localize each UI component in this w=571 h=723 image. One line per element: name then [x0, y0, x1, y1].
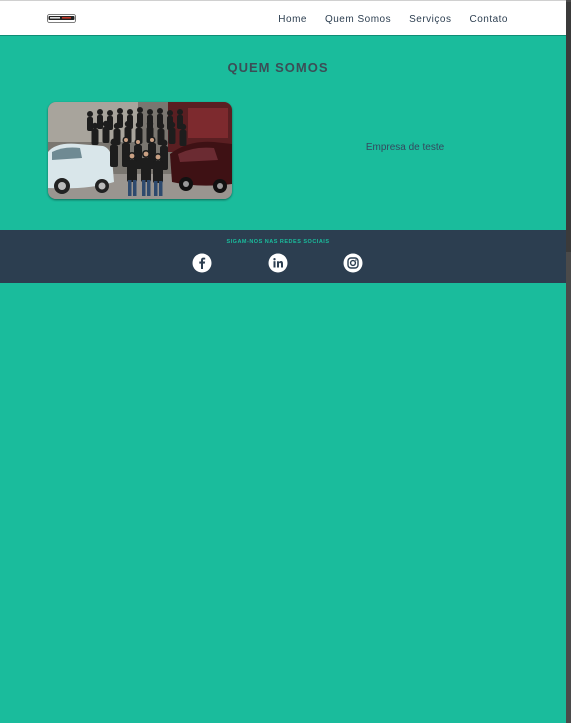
site-footer: SIGAM-NOS NAS REDES SOCIAIS — [0, 230, 566, 283]
company-description: Empresa de teste — [365, 142, 445, 153]
nav-servicos[interactable]: Serviços — [409, 14, 451, 25]
section-title: QUEM SOMOS — [227, 60, 329, 75]
nav-home[interactable]: Home — [278, 14, 307, 25]
scrollbar-thumb[interactable] — [566, 2, 571, 252]
logo[interactable] — [47, 13, 76, 24]
nav-quem-somos[interactable]: Quem Somos — [325, 14, 391, 25]
instagram-icon[interactable] — [343, 253, 363, 273]
nav-contato[interactable]: Contato — [469, 14, 508, 25]
page: Home Quem Somos Serviços Contato QUEM SO… — [0, 0, 566, 723]
team-photo — [48, 102, 232, 199]
facebook-icon[interactable] — [192, 253, 212, 273]
linkedin-icon[interactable] — [268, 253, 288, 273]
main-nav: Home Quem Somos Serviços Contato — [278, 1, 508, 37]
footer-title: SIGAM-NOS NAS REDES SOCIAIS — [226, 239, 330, 245]
site-header: Home Quem Somos Serviços Contato — [0, 0, 566, 36]
